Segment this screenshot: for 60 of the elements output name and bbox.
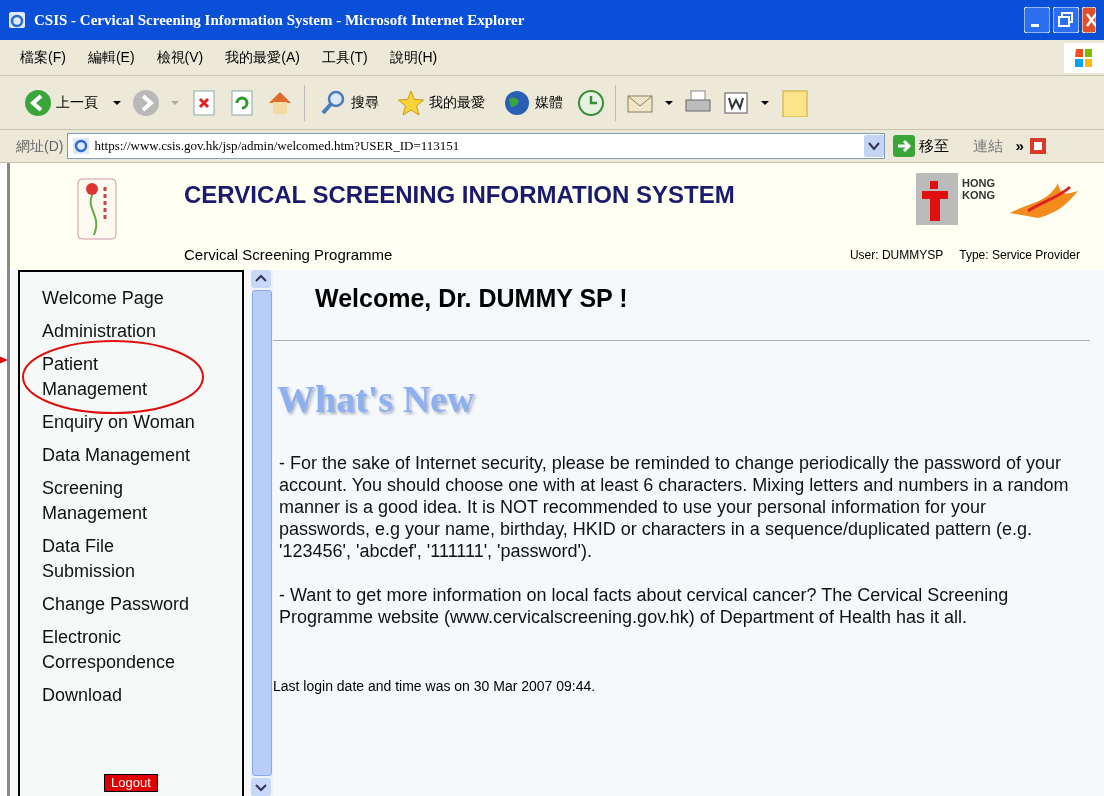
dropdown-arrow-icon[interactable]: [664, 99, 674, 106]
user-name: User: DUMMYSP: [849, 247, 944, 264]
window-title: CSIS - Cervical Screening Information System - Microsoft Internet Explorer: [34, 10, 526, 30]
hong-kong-logo-icon: [916, 173, 958, 225]
back-button[interactable]: 上一頁: [20, 84, 102, 121]
whats-new-heading: What's New: [277, 377, 476, 422]
sidebar-link[interactable]: Change Password: [42, 588, 202, 621]
menu-item[interactable]: 工具(T): [321, 47, 368, 68]
user-type: Type: Service Provider: [959, 247, 1080, 264]
more-chevron[interactable]: »: [1015, 134, 1024, 158]
globe-icon: [503, 88, 531, 117]
sidebar-link[interactable]: Screening Management: [42, 472, 202, 530]
news-paragraph: - Want to get more information on local facts about cervical cancer? The Cervical Screening Programme website (www.cervicalscreening.gov.hk) of Department of Health has it all.: [279, 584, 1010, 628]
menu-item[interactable]: 我的最愛(A): [225, 47, 300, 68]
logout-button[interactable]: Logout: [104, 774, 158, 792]
scrollbar[interactable]: [251, 270, 273, 796]
dropdown-arrow-icon[interactable]: [760, 99, 770, 106]
annotation-arrow: [0, 356, 8, 364]
address-text: https://www.csis.gov.hk/jsp/admin/welcomed.htm?USER_ID=113151: [94, 137, 461, 156]
star-icon: [397, 88, 425, 117]
minimize-button[interactable]: [1024, 7, 1050, 33]
menu-item[interactable]: 編輯(E): [87, 47, 135, 68]
address-label: 網址(D): [16, 136, 64, 156]
news-paragraph: - For the sake of Internet security, please be reminded to change periodically the password of your account. You should choose one with at least 6 characters. Mixing letters and numbers in a random manner is a good idea. It is NOT recommended to use your personal information for your passwords, e.g your name, birthday, HKID or characters in a sequence/duplicated pattern (e.g. '123456', 'abcdef', '111111', 'password').: [279, 452, 1070, 562]
restore-button[interactable]: [1053, 7, 1079, 33]
scroll-down-button[interactable]: [251, 778, 271, 796]
close-button[interactable]: [1082, 7, 1096, 33]
last-login-text: Last login date and time was on 30 Mar 2007 09:44.: [273, 677, 597, 696]
programme-subtitle: Cervical Screening Programme: [184, 244, 394, 265]
refresh-icon[interactable]: [228, 88, 256, 117]
page-icon: [72, 137, 91, 155]
back-icon: [24, 88, 52, 117]
sidebar-link[interactable]: Welcome Page: [42, 282, 202, 315]
browser-icon: [8, 11, 26, 29]
address-field[interactable]: https://www.csis.gov.hk/jsp/admin/welcomed.htm?USER_ID=113151: [67, 133, 886, 159]
history-icon[interactable]: [577, 88, 605, 117]
sidebar-link[interactable]: Electronic Correspondence: [42, 621, 202, 679]
system-title: CERVICAL SCREENING INFORMATION SYSTEM: [184, 180, 735, 210]
menu-item[interactable]: 說明(H): [389, 47, 438, 68]
windows-logo-icon: [1064, 42, 1104, 73]
stop-icon[interactable]: [190, 88, 218, 117]
links-label[interactable]: 連結: [973, 134, 1004, 158]
menu-item[interactable]: 檢視(V): [156, 47, 204, 68]
search-icon: [319, 88, 347, 117]
search-button[interactable]: 搜尋: [315, 84, 383, 121]
logo-text: HONG KONG: [962, 176, 996, 201]
scroll-thumb[interactable]: [252, 290, 272, 776]
scroll-up-button[interactable]: [251, 270, 271, 288]
go-button[interactable]: 移至: [893, 134, 950, 158]
favorites-button[interactable]: 我的最愛: [393, 84, 489, 121]
dropdown-arrow-icon[interactable]: [112, 99, 122, 106]
sidebar-link[interactable]: Enquiry on Woman: [42, 406, 202, 439]
sidebar-link[interactable]: Data Management: [42, 439, 202, 472]
pdf-icon[interactable]: [1027, 135, 1048, 157]
media-button[interactable]: 媒體: [499, 84, 567, 121]
sidebar-link[interactable]: Data File Submission: [42, 530, 202, 588]
sidebar-link[interactable]: Administration: [42, 315, 202, 348]
sidebar-link[interactable]: Download: [42, 679, 202, 712]
menu-item[interactable]: 檔案(F): [20, 47, 66, 68]
greeting-heading: Welcome, Dr. DUMMY SP !: [314, 283, 629, 314]
